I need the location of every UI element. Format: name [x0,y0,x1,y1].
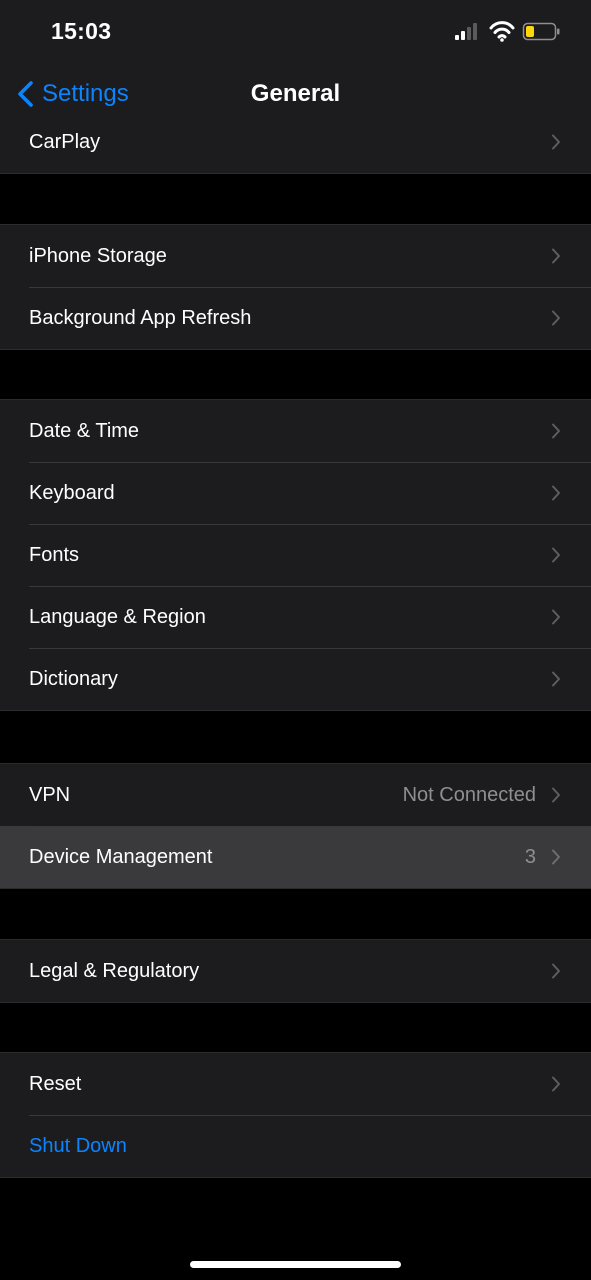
row-carplay[interactable]: CarPlay [0,127,591,173]
row-fonts[interactable]: Fonts [0,524,591,586]
chevron-right-icon [552,787,560,803]
row-label: Date & Time [29,419,140,442]
group-storage: iPhone Storage Background App Refresh [0,224,591,350]
battery-icon [522,22,560,41]
row-reset[interactable]: Reset [0,1053,591,1115]
vpn-status-value: Not Connected [402,783,536,806]
chevron-right-icon [552,423,560,439]
status-icons [455,20,561,46]
row-device-management[interactable]: Device Management 3 [0,826,591,888]
chevron-right-icon [552,963,560,979]
wifi-icon [489,21,515,42]
chevron-right-icon [552,849,560,865]
row-label: Reset [29,1072,82,1095]
status-time: 15:03 [51,18,112,44]
group-carplay: CarPlay [0,127,591,174]
row-label: Fonts [29,543,80,566]
cellular-signal-icon [455,23,477,40]
row-label: CarPlay [29,130,101,153]
group-network: VPN Not Connected Device Management 3 [0,763,591,889]
navigation-bar: Settings General [0,62,591,127]
home-indicator[interactable] [190,1261,401,1268]
chevron-right-icon [552,547,560,563]
row-label: Language & Region [29,605,206,628]
row-label: Keyboard [29,481,115,504]
chevron-right-icon [552,248,560,264]
row-language-region[interactable]: Language & Region [0,586,591,648]
row-legal-regulatory[interactable]: Legal & Regulatory [0,940,591,1002]
row-dictionary[interactable]: Dictionary [0,648,591,710]
row-vpn[interactable]: VPN Not Connected [0,764,591,826]
chevron-right-icon [552,609,560,625]
chevron-right-icon [552,310,560,326]
shut-down-label: Shut Down [29,1134,127,1157]
chevron-right-icon [552,1076,560,1092]
shut-down-button[interactable]: Shut Down [0,1115,591,1177]
status-bar: 15:03 [0,0,591,62]
row-label: Device Management [29,845,213,868]
row-label: VPN [29,783,71,806]
row-label: Legal & Regulatory [29,959,200,982]
settings-list[interactable]: CarPlay iPhone Storage Background App Re… [0,127,591,1280]
device-management-count: 3 [524,845,536,868]
row-background-app-refresh[interactable]: Background App Refresh [0,287,591,349]
row-keyboard[interactable]: Keyboard [0,462,591,524]
chevron-right-icon [552,671,560,687]
row-label: Background App Refresh [29,306,252,329]
row-iphone-storage[interactable]: iPhone Storage [0,225,591,287]
chevron-right-icon [552,485,560,501]
row-date-time[interactable]: Date & Time [0,400,591,462]
group-reset: Reset Shut Down [0,1052,591,1178]
group-legal: Legal & Regulatory [0,939,591,1003]
chevron-right-icon [552,134,560,150]
row-label: Dictionary [29,667,118,690]
page-title: General [250,80,341,107]
group-locale: Date & Time Keyboard Fonts Language & Re… [0,399,591,711]
row-label: iPhone Storage [29,244,167,267]
